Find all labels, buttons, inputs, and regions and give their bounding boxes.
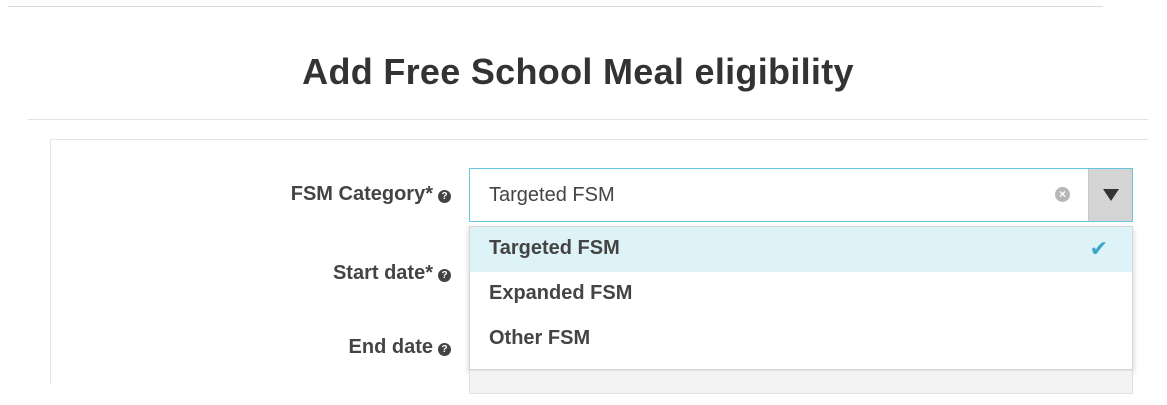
option-label: Targeted FSM xyxy=(489,237,620,259)
help-icon[interactable]: ? xyxy=(438,343,451,356)
end-date-label-text: End date xyxy=(348,336,433,358)
help-icon[interactable]: ? xyxy=(438,190,451,203)
dropdown-toggle-button[interactable] xyxy=(1088,169,1132,221)
start-date-label-text: Start date* xyxy=(332,262,433,284)
fsm-category-dropdown: Targeted FSM ✔ Expanded FSM Other FSM xyxy=(469,226,1133,370)
start-date-label: Start date*? xyxy=(51,262,451,285)
option-label: Other FSM xyxy=(489,327,591,349)
form-panel: FSM Category*? Start date*? End date? Ta… xyxy=(50,139,1148,399)
dropdown-option-other-fsm[interactable]: Other FSM xyxy=(470,317,1132,362)
modal-title: Add Free School Meal eligibility xyxy=(302,51,854,92)
screenshot-stage: Add Free School Meal eligibility FSM Cat… xyxy=(0,0,1167,405)
modal-dialog: Add Free School Meal eligibility FSM Cat… xyxy=(8,6,1148,399)
dropdown-option-targeted-fsm[interactable]: Targeted FSM ✔ xyxy=(470,227,1132,272)
fsm-category-label-text: FSM Category* xyxy=(290,183,433,205)
end-date-input[interactable] xyxy=(469,370,1133,394)
check-icon: ✔ xyxy=(1089,236,1108,261)
end-date-label: End date? xyxy=(51,336,451,359)
fsm-category-label: FSM Category*? xyxy=(51,183,451,206)
fsm-category-select[interactable]: Targeted FSM × xyxy=(469,168,1133,222)
clear-icon[interactable]: × xyxy=(1055,187,1070,202)
title-divider xyxy=(28,119,1148,120)
option-label: Expanded FSM xyxy=(489,282,633,304)
help-icon[interactable]: ? xyxy=(438,269,451,282)
dropdown-option-expanded-fsm[interactable]: Expanded FSM xyxy=(470,272,1132,317)
fsm-category-selected-value: Targeted FSM xyxy=(489,184,615,206)
caret-down-icon xyxy=(1103,189,1119,201)
